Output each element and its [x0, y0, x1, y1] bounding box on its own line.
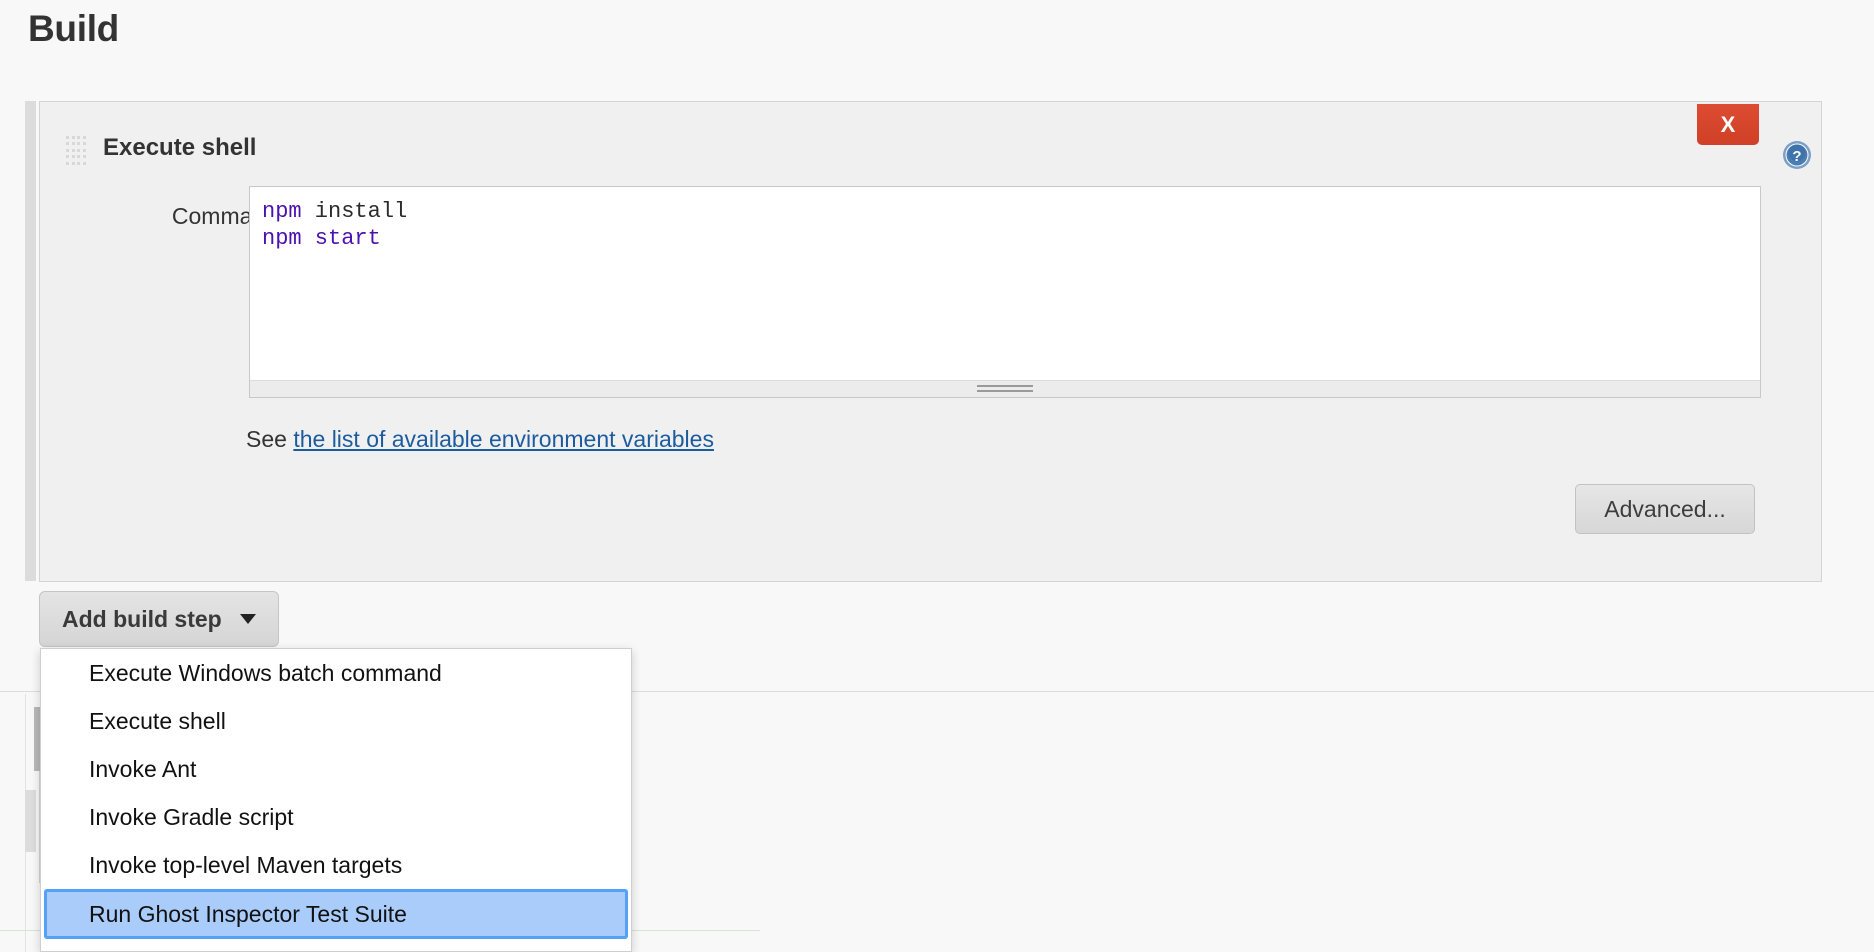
- add-build-step-button[interactable]: Add build step: [39, 591, 279, 647]
- add-build-step-dropdown[interactable]: Execute Windows batch command Execute sh…: [40, 648, 632, 952]
- resize-grip-icon[interactable]: [977, 385, 1033, 392]
- dropdown-item-run-ghost-inspector-test-suite[interactable]: Run Ghost Inspector Test Suite: [44, 889, 628, 939]
- svg-text:?: ?: [1792, 148, 1801, 165]
- code-token-cmd-2: npm: [262, 226, 302, 251]
- dropdown-item-execute-shell[interactable]: Execute shell: [41, 697, 631, 745]
- background-rail-light: [25, 790, 36, 852]
- add-build-step-label: Add build step: [62, 605, 222, 632]
- code-token-arg-1: install: [301, 199, 408, 224]
- page-title: Build: [28, 8, 119, 49]
- build-step-left-rail: [25, 101, 36, 581]
- chevron-down-icon: [239, 614, 256, 624]
- drag-dots-icon[interactable]: [66, 136, 88, 168]
- env-variables-link[interactable]: the list of available environment variab…: [293, 426, 714, 452]
- command-code-content: npm install npm start: [262, 198, 1752, 373]
- dropdown-item-invoke-gradle-script[interactable]: Invoke Gradle script: [41, 793, 631, 841]
- advanced-button[interactable]: Advanced...: [1575, 484, 1755, 534]
- code-token-arg-2: start: [301, 226, 381, 251]
- help-question-icon[interactable]: ?: [1782, 140, 1812, 170]
- dropdown-item-invoke-top-level-maven-targets[interactable]: Invoke top-level Maven targets: [41, 841, 631, 889]
- command-textarea[interactable]: npm install npm start: [249, 186, 1761, 398]
- delete-build-step-button[interactable]: X: [1697, 104, 1759, 145]
- dropdown-item-invoke-ant[interactable]: Invoke Ant: [41, 745, 631, 793]
- textarea-footer: [250, 380, 1760, 397]
- dropdown-item-execute-windows-batch-command[interactable]: Execute Windows batch command: [41, 649, 631, 697]
- build-step-title: Execute shell: [103, 134, 257, 161]
- env-variables-help-line: See the list of available environment va…: [246, 426, 714, 453]
- see-prefix-text: See: [246, 426, 294, 452]
- code-token-cmd-1: npm: [262, 199, 302, 224]
